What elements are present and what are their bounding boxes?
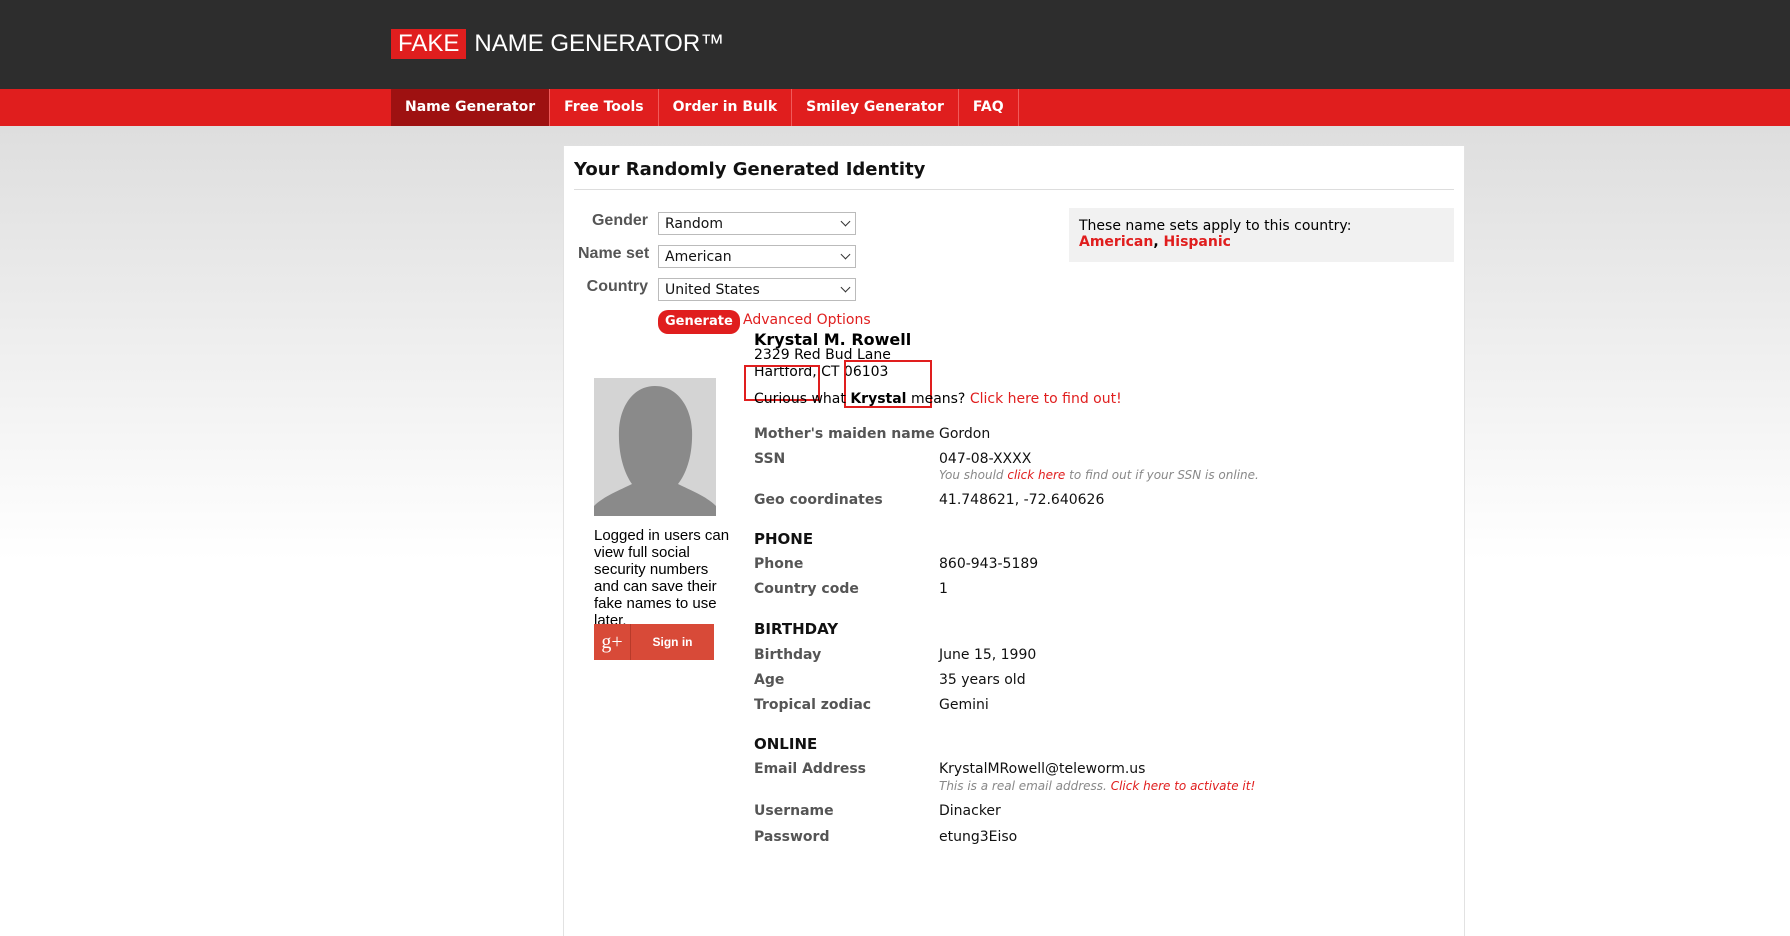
nameset-select-value: American — [665, 249, 732, 265]
nav-free-tools[interactable]: Free Tools — [550, 89, 659, 126]
ssn-hint: You should click here to find out if you… — [939, 468, 1259, 482]
password-label: Password — [754, 829, 830, 845]
curious-mid: means? — [910, 391, 966, 407]
ssn-check-link[interactable]: click here — [1007, 468, 1065, 482]
email-hint-text: This is a real email address. — [939, 779, 1107, 793]
identity-card: Your Randomly Generated Identity Gender … — [563, 146, 1465, 936]
site-logo[interactable]: FAKE NAME GENERATOR™ — [391, 29, 724, 59]
gender-label: Gender — [591, 212, 648, 229]
country-select-value: United States — [665, 282, 760, 298]
online-heading: ONLINE — [754, 735, 818, 753]
generate-button[interactable]: Generate — [658, 310, 740, 334]
ssn-hint-suffix: to find out if your SSN is online. — [1069, 468, 1259, 482]
maiden-name-value: Gordon — [939, 426, 991, 442]
name-meaning-link[interactable]: Click here to find out! — [970, 391, 1122, 407]
nameset-link-american[interactable]: American — [1079, 234, 1153, 250]
nameset-link-hispanic[interactable]: Hispanic — [1164, 234, 1231, 250]
chevron-down-icon — [840, 249, 851, 260]
nameset-separator: , — [1153, 234, 1159, 250]
age-value: 35 years old — [939, 672, 1026, 688]
top-header: FAKE NAME GENERATOR™ — [0, 0, 1790, 89]
avatar-placeholder — [594, 378, 716, 516]
logo-text: NAME GENERATOR™ — [474, 30, 725, 57]
phone-value: 860-943-5189 — [939, 556, 1039, 572]
maiden-name-label: Mother's maiden name — [754, 426, 935, 442]
country-code-label: Country code — [754, 581, 859, 597]
nav-name-generator[interactable]: Name Generator — [391, 89, 551, 126]
activate-email-link[interactable]: Click here to activate it! — [1111, 779, 1256, 793]
age-label: Age — [754, 672, 785, 688]
phone-heading: PHONE — [754, 530, 814, 548]
nameset-select[interactable]: American — [658, 245, 856, 268]
username-value: Dinacker — [939, 803, 1001, 819]
nav-order-in-bulk[interactable]: Order in Bulk — [659, 89, 793, 126]
main-nav: Name Generator Free Tools Order in Bulk … — [391, 89, 1019, 126]
chevron-down-icon — [840, 282, 851, 293]
page-title: Your Randomly Generated Identity — [574, 159, 926, 180]
login-note: Logged in users can view full social sec… — [594, 527, 730, 629]
geo-label: Geo coordinates — [754, 492, 883, 508]
ssn-value: 047-08-XXXX — [939, 451, 1032, 467]
birthday-value: June 15, 1990 — [939, 647, 1037, 663]
google-plus-icon: g+ — [594, 624, 631, 660]
phone-label: Phone — [754, 556, 804, 572]
person-silhouette-icon — [594, 386, 716, 516]
zodiac-value: Gemini — [939, 697, 989, 713]
zodiac-label: Tropical zodiac — [754, 697, 872, 713]
country-code-value: 1 — [939, 581, 948, 597]
birthday-heading: BIRTHDAY — [754, 620, 839, 638]
signin-label: Sign in — [652, 635, 693, 649]
curious-prefix: Curious what — [754, 391, 846, 407]
ssn-label: SSN — [754, 451, 786, 467]
advanced-options-link[interactable]: Advanced Options — [743, 312, 871, 328]
email-value: KrystalMRowell@teleworm.us — [939, 761, 1146, 777]
title-divider — [574, 189, 1454, 190]
geo-coordinates-link[interactable]: 41.748621, -72.640626 — [939, 492, 1104, 508]
ssn-hint-prefix: You should — [939, 468, 1004, 482]
country-select[interactable]: United States — [658, 278, 856, 301]
nav-bar: Name Generator Free Tools Order in Bulk … — [0, 89, 1790, 126]
nav-faq[interactable]: FAQ — [959, 89, 1019, 126]
gender-select[interactable]: Random — [658, 212, 856, 235]
google-signin-button[interactable]: g+ Sign in — [594, 624, 714, 660]
email-label: Email Address — [754, 761, 867, 777]
nameset-label: Name set — [578, 245, 650, 262]
gender-select-value: Random — [665, 216, 723, 232]
curious-name: Krystal — [850, 391, 907, 407]
nav-smiley-generator[interactable]: Smiley Generator — [792, 89, 959, 126]
password-value: etung3Eiso — [939, 829, 1018, 845]
birthday-label: Birthday — [754, 647, 822, 663]
email-hint: This is a real email address. Click here… — [939, 779, 1255, 793]
username-label: Username — [754, 803, 834, 819]
country-label: Country — [586, 278, 648, 295]
curious-line: Curious what Krystal means? Click here t… — [754, 391, 1122, 407]
logo-fake-badge: FAKE — [391, 29, 467, 59]
name-sets-info-text: These name sets apply to this country: — [1079, 218, 1352, 234]
chevron-down-icon — [840, 216, 851, 227]
name-sets-list: American, Hispanic — [1079, 234, 1231, 250]
name-sets-info-box: These name sets apply to this country: A… — [1069, 208, 1454, 262]
